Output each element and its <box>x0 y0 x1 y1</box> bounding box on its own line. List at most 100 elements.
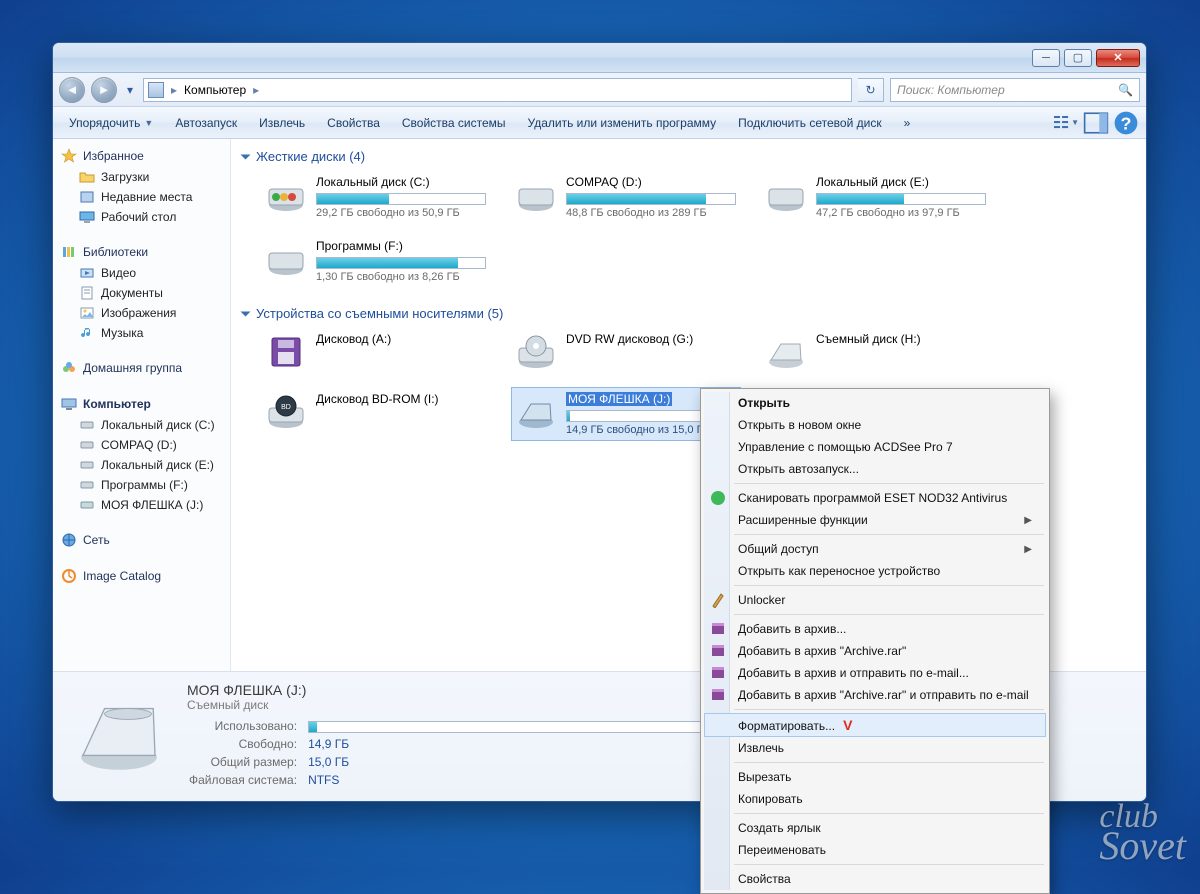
drive-item-i[interactable]: BD Дисковод BD-ROM (I:) <box>261 387 491 441</box>
eject-button[interactable]: Извлечь <box>249 111 315 135</box>
libraries-icon <box>61 244 77 260</box>
properties-button[interactable]: Свойства <box>317 111 390 135</box>
sidebar-item-recent[interactable]: Недавние места <box>59 187 226 207</box>
search-input[interactable]: Поиск: Компьютер 🔍 <box>890 78 1140 102</box>
folder-icon <box>79 169 95 185</box>
drive-item-g[interactable]: DVD RW дисковод (G:) <box>511 327 741 377</box>
free-label: Свободно: <box>189 736 305 752</box>
desktop-icon <box>79 209 95 225</box>
ctx-open[interactable]: Открыть <box>704 392 1046 414</box>
homegroup-icon <box>61 360 77 376</box>
ctx-share[interactable]: Общий доступ▶ <box>704 538 1046 560</box>
sidebar-item-music[interactable]: Музыка <box>59 323 226 343</box>
ctx-rar-email[interactable]: Добавить в архив и отправить по e-mail..… <box>704 662 1046 684</box>
organize-menu[interactable]: Упорядочить▼ <box>59 111 163 135</box>
image-catalog-header[interactable]: Image Catalog <box>59 565 226 587</box>
libraries-header[interactable]: Библиотеки <box>59 241 226 263</box>
sidebar-item-videos[interactable]: Видео <box>59 263 226 283</box>
drive-item-h[interactable]: Съемный диск (H:) <box>761 327 991 377</box>
dvd-drive-icon <box>516 332 556 372</box>
toolbar: Упорядочить▼ Автозапуск Извлечь Свойства… <box>53 107 1146 139</box>
used-label: Использовано: <box>189 718 305 734</box>
collapse-icon <box>241 311 251 316</box>
ctx-portable-device[interactable]: Открыть как переносное устройство <box>704 560 1046 582</box>
hard-drives-section-header[interactable]: Жесткие диски (4) <box>243 145 1134 170</box>
sidebar-item-downloads[interactable]: Загрузки <box>59 167 226 187</box>
sidebar-item-drive-j[interactable]: МОЯ ФЛЕШКА (J:) <box>59 495 226 515</box>
nav-forward-button[interactable]: ► <box>91 77 117 103</box>
total-label: Общий размер: <box>189 754 305 770</box>
sidebar-item-drive-c[interactable]: Локальный диск (C:) <box>59 415 226 435</box>
sidebar-item-documents[interactable]: Документы <box>59 283 226 303</box>
view-mode-button[interactable]: ▼ <box>1052 112 1080 134</box>
drive-icon <box>79 457 95 473</box>
nav-history-dropdown[interactable]: ▾ <box>123 77 137 103</box>
favorites-header[interactable]: Избранное <box>59 145 226 167</box>
hdd-icon <box>766 175 806 215</box>
ctx-advanced[interactable]: Расширенные функции▶ <box>704 509 1046 531</box>
map-network-drive-button[interactable]: Подключить сетевой диск <box>728 111 891 135</box>
winrar-icon <box>710 687 726 703</box>
computer-header[interactable]: Компьютер <box>59 393 226 415</box>
hdd-icon <box>516 175 556 215</box>
minimize-button[interactable]: ─ <box>1032 49 1060 67</box>
winrar-icon <box>710 621 726 637</box>
sidebar-item-drive-f[interactable]: Программы (F:) <box>59 475 226 495</box>
fs-label: Файловая система: <box>189 772 305 788</box>
search-placeholder: Поиск: Компьютер <box>897 83 1005 97</box>
drive-item-f[interactable]: Программы (F:)1,30 ГБ свободно из 8,26 Г… <box>261 234 491 288</box>
ctx-rename[interactable]: Переименовать <box>704 839 1046 861</box>
drive-icon <box>79 437 95 453</box>
picture-icon <box>79 305 95 321</box>
uninstall-program-button[interactable]: Удалить или изменить программу <box>518 111 727 135</box>
system-properties-button[interactable]: Свойства системы <box>392 111 516 135</box>
total-value: 15,0 ГБ <box>307 754 729 770</box>
ctx-properties[interactable]: Свойства <box>704 868 1046 890</box>
ctx-unlocker[interactable]: Unlocker <box>704 589 1046 611</box>
drive-item-a[interactable]: Дисковод (A:) <box>261 327 491 377</box>
homegroup-header[interactable]: Домашняя группа <box>59 357 226 379</box>
autoplay-button[interactable]: Автозапуск <box>165 111 247 135</box>
drive-item-e[interactable]: Локальный диск (E:)47,2 ГБ свободно из 9… <box>761 170 991 224</box>
ctx-autoplay[interactable]: Открыть автозапуск... <box>704 458 1046 480</box>
breadcrumb[interactable]: ▸ Компьютер ▸ <box>143 78 852 102</box>
sidebar-item-drive-e[interactable]: Локальный диск (E:) <box>59 455 226 475</box>
ctx-eject[interactable]: Извлечь <box>704 737 1046 759</box>
sidebar-item-pictures[interactable]: Изображения <box>59 303 226 323</box>
chevron-right-icon: ▸ <box>168 83 180 97</box>
ctx-create-shortcut[interactable]: Создать ярлык <box>704 817 1046 839</box>
computer-icon <box>148 82 164 98</box>
sidebar-item-desktop[interactable]: Рабочий стол <box>59 207 226 227</box>
drive-item-d[interactable]: COMPAQ (D:)48,8 ГБ свободно из 289 ГБ <box>511 170 741 224</box>
ctx-acdsee[interactable]: Управление с помощью ACDSee Pro 7 <box>704 436 1046 458</box>
video-icon <box>79 265 95 281</box>
hdd-icon <box>266 175 306 215</box>
refresh-button[interactable]: ↻ <box>858 78 884 102</box>
drive-item-c[interactable]: Локальный диск (C:)29,2 ГБ свободно из 5… <box>261 170 491 224</box>
ctx-rar-archive-email[interactable]: Добавить в архив "Archive.rar" и отправи… <box>704 684 1046 706</box>
toolbar-overflow[interactable]: » <box>894 111 921 135</box>
sidebar-item-drive-d[interactable]: COMPAQ (D:) <box>59 435 226 455</box>
red-check-annotation: V <box>843 717 852 733</box>
help-button[interactable]: ? <box>1112 112 1140 134</box>
ctx-cut[interactable]: Вырезать <box>704 766 1046 788</box>
nav-back-button[interactable]: ◄ <box>59 77 85 103</box>
recent-icon <box>79 189 95 205</box>
navigation-pane: Избранное Загрузки Недавние места Рабочи… <box>53 139 231 671</box>
maximize-button[interactable]: ▢ <box>1064 49 1092 67</box>
removable-section-header[interactable]: Устройства со съемными носителями (5) <box>243 302 1134 327</box>
ctx-nod32-scan[interactable]: Сканировать программой ESET NOD32 Antivi… <box>704 487 1046 509</box>
ctx-rar-add[interactable]: Добавить в архив... <box>704 618 1046 640</box>
close-button[interactable]: ✕ <box>1096 49 1140 67</box>
preview-pane-button[interactable] <box>1082 112 1110 134</box>
chevron-right-icon: ▸ <box>250 83 262 97</box>
ctx-format[interactable]: Форматировать...V <box>704 713 1046 737</box>
removable-drive-large-icon <box>69 682 169 782</box>
watermark: club Sovet <box>1099 803 1186 862</box>
ctx-copy[interactable]: Копировать <box>704 788 1046 810</box>
network-header[interactable]: Сеть <box>59 529 226 551</box>
computer-icon <box>61 396 77 412</box>
ctx-rar-add-archive[interactable]: Добавить в архив "Archive.rar" <box>704 640 1046 662</box>
svg-text:?: ? <box>1121 113 1132 133</box>
ctx-open-new-window[interactable]: Открыть в новом окне <box>704 414 1046 436</box>
